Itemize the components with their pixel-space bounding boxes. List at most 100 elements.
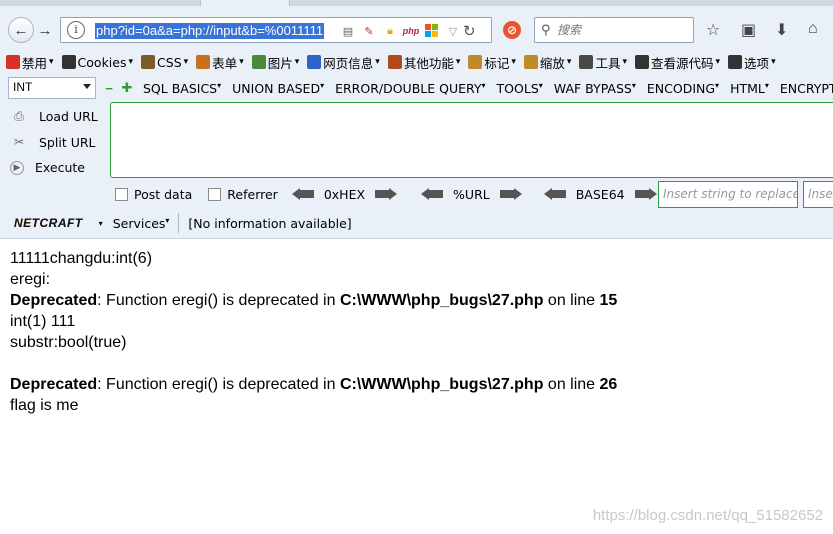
type-select[interactable]: INT	[8, 77, 96, 99]
base64-encode-arrow-icon[interactable]	[634, 188, 657, 200]
menu-item[interactable]: 图片 ▾	[251, 53, 299, 72]
watermark: https://blog.csdn.net/qq_51582652	[592, 507, 823, 524]
menu-item-label: 查看源代码	[651, 55, 714, 71]
hackbar-menu-label: ERROR/DOUBLE QUERY	[335, 80, 482, 96]
chevron-down-icon: ▾	[217, 80, 222, 90]
back-button[interactable]: ←	[8, 17, 34, 43]
chevron-down-icon: ▾	[715, 57, 721, 67]
hackbar-menu-item[interactable]: ENCODING▾	[647, 81, 719, 96]
menu-item[interactable]: 选项 ▾	[728, 53, 776, 72]
hackbar-menu-item[interactable]: UNION BASED▾	[232, 81, 324, 96]
menu-item[interactable]: 查看源代码 ▾	[635, 53, 720, 72]
url-bar[interactable]: i php?id=0a&a=php://input&b=%0011111 ▤ ✎…	[60, 17, 492, 43]
referrer-checkbox[interactable]	[208, 187, 222, 201]
minus-icon[interactable]: −	[102, 81, 116, 96]
hackbar-menu-item[interactable]: TOOLS▾	[497, 81, 543, 96]
bookmark-star-icon[interactable]: ☆	[706, 20, 720, 40]
hdd-icon[interactable]: ▤	[339, 23, 357, 39]
warning-label: Deprecated	[10, 292, 98, 309]
output-line: int(1) 111	[10, 313, 76, 330]
menu-item-label: 工具	[595, 55, 621, 71]
search-box[interactable]: ⚲	[534, 17, 694, 43]
hackbar-menu-label: ENCODING	[646, 80, 716, 96]
search-input[interactable]	[557, 21, 687, 39]
warning-on-line: on line	[543, 292, 600, 309]
base64-decode-arrow-icon[interactable]	[543, 188, 566, 200]
deprecated-warning: Deprecated: Function eregi() is deprecat…	[10, 290, 830, 311]
noscript-icon[interactable]: ⊘	[503, 21, 521, 39]
menu-item[interactable]: 工具 ▾	[579, 53, 627, 72]
output-line: 11111changdu:int(6)	[10, 250, 153, 267]
menu-item[interactable]: 表单 ▾	[196, 53, 244, 72]
services-menu[interactable]: Services▾	[113, 216, 170, 231]
forward-arrow-icon: →	[37, 21, 53, 39]
warning-on-line: on line	[543, 376, 600, 393]
php-icon[interactable]: php	[402, 23, 420, 39]
clipboard-icon[interactable]: ▣	[741, 20, 756, 40]
menu-item[interactable]: Cookies ▾	[61, 55, 133, 70]
windows-icon[interactable]	[423, 23, 441, 39]
hackbar-top: INT − ✚ SQL BASICS▾ UNION BASED▾ ERROR/DOU…	[8, 77, 833, 99]
url-addon-icons: ▤ ✎ 🔒︎ php ▽	[339, 22, 462, 40]
back-arrow-icon: ←	[13, 21, 29, 39]
chevron-down-icon	[83, 84, 91, 89]
menu-item[interactable]: 其他功能 ▾	[387, 53, 460, 72]
menu-item[interactable]: CSS ▾	[141, 55, 188, 70]
post-data-checkbox[interactable]	[115, 187, 128, 201]
feather-icon[interactable]: ✎	[360, 23, 378, 39]
hackbar-menu-item[interactable]: WAF BYPASS▾	[554, 81, 636, 96]
menu-item-label: 其他功能	[403, 55, 454, 71]
chevron-down-icon: ▾	[511, 57, 516, 67]
url-text[interactable]: php?id=0a&a=php://input&b=%0011111	[95, 23, 325, 39]
info-icon[interactable]: i	[67, 21, 85, 39]
hackbar-menu-item[interactable]: ENCRYPTIO	[780, 81, 833, 96]
webdev-toolbar: 禁用 ▾ Cookies ▾ CSS ▾ 表单 ▾ 图片 ▾ 网页信息 ▾ 其他功能 ▾ 标记 ▾ 缩放 ▾ 工具 ▾…	[6, 52, 776, 72]
hackbar-bottom: Post data Referrer 0xHEX %URL BASE64	[115, 181, 657, 207]
load-url-button[interactable]: ⎙ Load URL	[10, 104, 110, 130]
url-decode-arrow-icon[interactable]	[421, 188, 444, 200]
scissors-icon: ✂	[13, 135, 25, 150]
chevron-down-icon: ▾	[771, 57, 776, 67]
split-url-label: Split URL	[39, 134, 96, 150]
active-tab[interactable]	[200, 0, 290, 6]
menu-item[interactable]: 缩放 ▾	[523, 53, 572, 72]
execute-button[interactable]: ▶ Execute	[10, 155, 110, 181]
hackbar-menu-item[interactable]: ERROR/DOUBLE QUERY▾	[335, 81, 485, 96]
search-icon: ⚲	[541, 22, 551, 37]
output-line: flag is me	[10, 397, 79, 414]
reload-icon[interactable]: ↻	[463, 22, 476, 40]
output-line: eregi:	[10, 271, 51, 288]
netcraft-dropdown-icon[interactable]: ▾	[99, 219, 103, 228]
split-url-button[interactable]: ✂ Split URL	[10, 130, 110, 156]
chevron-down-icon: ▾	[49, 57, 54, 67]
hackbar-menu-label: UNION BASED	[232, 80, 321, 96]
url-encode-arrow-icon[interactable]	[499, 188, 522, 200]
menu-item[interactable]: 标记 ▾	[468, 53, 516, 72]
replace-input[interactable]: Insert string to replace	[658, 181, 798, 208]
menu-item[interactable]: 网页信息 ▾	[307, 53, 380, 72]
referrer-label: Referrer	[227, 186, 278, 202]
home-icon[interactable]: ⌂	[808, 20, 818, 38]
warning-label: Deprecated	[10, 376, 98, 393]
download-icon[interactable]: ⬇	[775, 20, 788, 40]
hackbar-menu-item[interactable]: SQL BASICS▾	[143, 81, 221, 96]
hex-encode-arrow-icon[interactable]	[375, 188, 398, 200]
menu-item-label: 缩放	[539, 55, 565, 71]
menu-item[interactable]: 禁用 ▾	[6, 53, 54, 72]
url-textarea[interactable]	[110, 102, 833, 178]
forward-button[interactable]: →	[34, 19, 56, 41]
chevron-down-icon: ▾	[538, 80, 543, 90]
hex-decode-arrow-icon[interactable]	[291, 188, 314, 200]
dropdown-icon[interactable]: ▽	[444, 23, 462, 39]
hackbar-menu-label: TOOLS	[496, 80, 539, 96]
chevron-down-icon: ▾	[566, 57, 572, 67]
warning-message: : Function eregi() is deprecated in	[97, 376, 340, 393]
hackbar-menu-item[interactable]: HTML▾	[730, 81, 769, 96]
chevron-down-icon: ▾	[715, 80, 720, 90]
chevron-down-icon: ▾	[622, 57, 627, 67]
plus-icon[interactable]: ✚	[120, 80, 134, 96]
chevron-down-icon: ▾	[183, 57, 189, 67]
netcraft-logo[interactable]: NETCRAFT	[10, 215, 87, 231]
lock-icon[interactable]: 🔒︎	[381, 23, 399, 39]
replace-with-input[interactable]: Inse	[803, 181, 833, 208]
